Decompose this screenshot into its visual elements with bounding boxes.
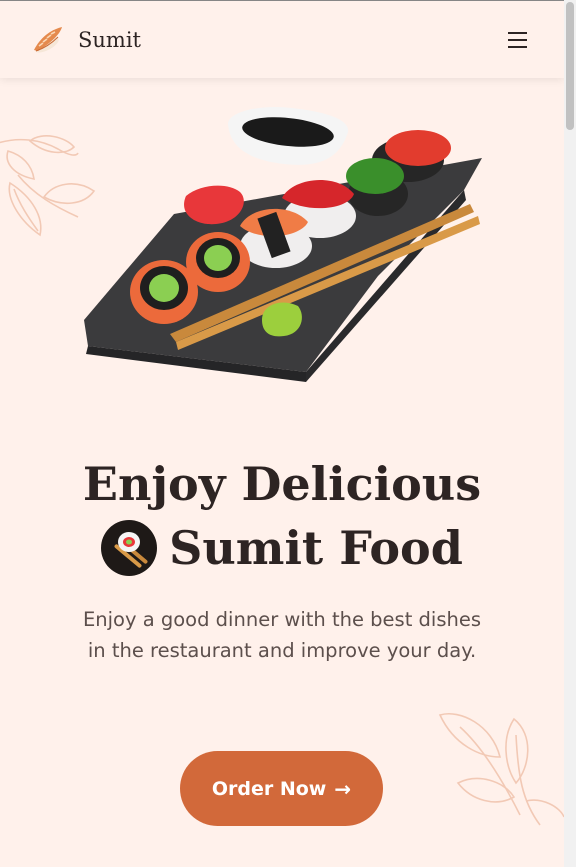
scrollbar[interactable]: [564, 0, 576, 867]
order-now-button[interactable]: Order Now →: [180, 751, 383, 826]
hero-title: Enjoy Delicious Sumit Food: [0, 452, 564, 592]
leaf-decoration-icon: [438, 713, 564, 826]
sushi-board-illustration: [84, 106, 482, 382]
site-header: Sumit: [0, 1, 564, 78]
brand-logo[interactable]: Sumit: [30, 24, 141, 56]
hamburger-menu-icon[interactable]: [508, 32, 527, 48]
arrow-right-icon: →: [334, 776, 352, 801]
sushi-icon: [34, 27, 62, 53]
brand-name: Sumit: [78, 28, 141, 52]
order-now-label: Order Now: [211, 777, 327, 800]
sushi-roll-icon: [101, 520, 158, 576]
scrollbar-thumb[interactable]: [566, 2, 574, 130]
hero-title-line1: Enjoy Delicious: [82, 457, 482, 511]
hero-description: Enjoy a good dinner with the best dishes…: [82, 608, 482, 662]
hero-title-line2: Sumit Food: [169, 521, 463, 575]
